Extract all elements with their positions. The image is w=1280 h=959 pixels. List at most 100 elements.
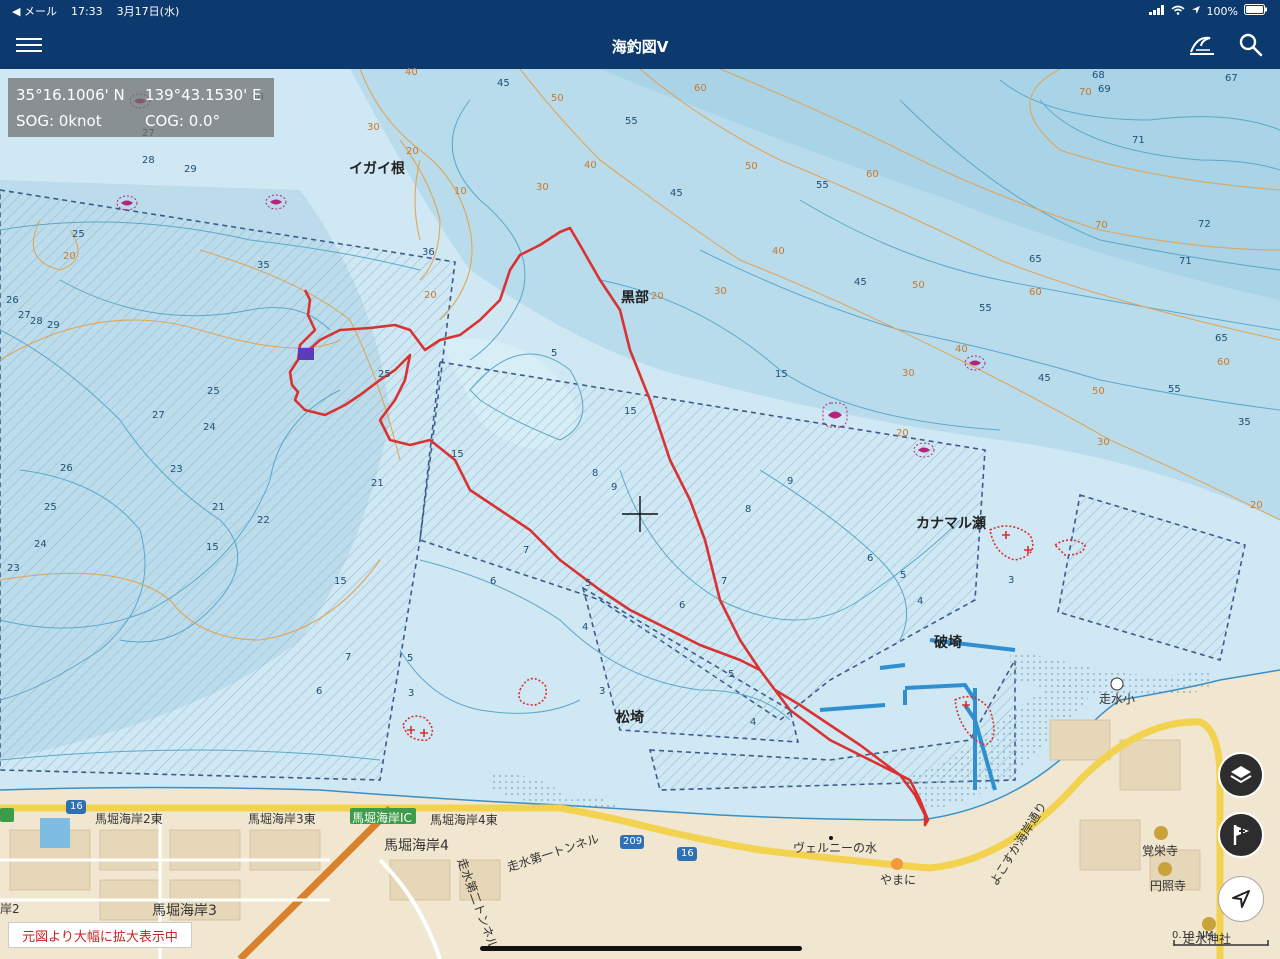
depth-label: 4 xyxy=(582,622,589,633)
depth-label: 28 xyxy=(30,316,43,327)
depth-label: 71 xyxy=(1179,256,1192,267)
route-16-shield-west: 16 xyxy=(70,801,83,812)
depth-label: 35 xyxy=(1238,417,1251,428)
contour-label: 50 xyxy=(1092,386,1105,397)
contour-label: 60 xyxy=(1217,357,1230,368)
label-yamani: やまに xyxy=(880,873,917,887)
contour-label: 40 xyxy=(584,160,597,171)
add-marker-button[interactable] xyxy=(1218,812,1264,858)
depth-label: 21 xyxy=(212,502,225,513)
label-maborikaigan-ic: 馬堀海岸IC xyxy=(352,811,412,825)
contour-label: 60 xyxy=(1029,287,1042,298)
depth-label: 65 xyxy=(1029,254,1042,265)
contour-label: 50 xyxy=(745,161,758,172)
depth-label: 27 xyxy=(18,310,31,321)
current-location-button[interactable] xyxy=(1218,876,1264,922)
depth-label: 45 xyxy=(670,188,683,199)
depth-label: 67 xyxy=(1225,73,1238,84)
label-maborikaigan-3: 馬堀海岸3 xyxy=(152,903,217,919)
depth-label: 15 xyxy=(624,406,637,417)
depth-label: 7 xyxy=(345,652,352,663)
search-icon[interactable] xyxy=(1238,32,1264,58)
contour-label: 60 xyxy=(866,169,879,180)
depth-label: 6 xyxy=(316,686,323,697)
contour-label: 50 xyxy=(551,93,564,104)
place-matsuzaki: 松埼 xyxy=(616,710,644,726)
depth-label: 15 xyxy=(775,369,788,380)
navigation-arrow-icon xyxy=(1232,890,1250,908)
depth-label: 5 xyxy=(728,669,735,680)
layers-icon xyxy=(1230,766,1252,784)
status-time: 17:33 xyxy=(70,4,103,18)
depth-label: 6 xyxy=(679,600,686,611)
depth-label: 6 xyxy=(490,576,497,587)
depth-label: 9 xyxy=(787,476,794,487)
contour-label: 30 xyxy=(714,286,727,297)
tide-wave-icon[interactable] xyxy=(1188,32,1216,58)
contour-label: 30 xyxy=(902,368,915,379)
depth-label: 24 xyxy=(34,539,47,550)
contour-label: 20 xyxy=(896,428,909,439)
depth-label: 15 xyxy=(451,449,464,460)
signal-icon xyxy=(1148,4,1165,18)
depth-label: 28 xyxy=(142,155,155,166)
contour-label: 20 xyxy=(424,290,437,301)
location-arrow-icon xyxy=(1191,5,1201,18)
depth-label: 55 xyxy=(979,303,992,314)
depth-label: 55 xyxy=(1168,384,1181,395)
label-kakuei-ji: 覚栄寺 xyxy=(1142,844,1179,858)
contour-label: 30 xyxy=(536,182,549,193)
depth-label: 4 xyxy=(917,596,924,607)
depth-label: 22 xyxy=(257,515,270,526)
sog-readout: SOG: 0knot xyxy=(16,112,102,130)
place-kanamaru-se: カナマル瀬 xyxy=(916,516,986,532)
depth-label: 26 xyxy=(60,463,73,474)
depth-label: 25 xyxy=(378,369,391,380)
contour-label: 40 xyxy=(405,67,418,78)
depth-label: 3 xyxy=(1008,575,1015,586)
map-scale-label: 0.10 NM xyxy=(1172,930,1214,941)
place-hasaki: 破埼 xyxy=(934,635,962,651)
label-enshou-ji: 円照寺 xyxy=(1150,879,1187,893)
contour-label: 10 xyxy=(454,186,467,197)
depth-label: 24 xyxy=(203,422,216,433)
status-date: 3月17日(水) xyxy=(116,5,180,18)
depth-label: 45 xyxy=(1038,373,1051,384)
status-bar: ◀ メール 17:33 3月17日(水) 100% xyxy=(0,0,1280,22)
contour-label: 70 xyxy=(1079,87,1092,98)
place-igai-ne: イガイ根 xyxy=(349,161,405,177)
flag-plus-icon xyxy=(1233,825,1249,845)
label-maborikaigan-4-east: 馬堀海岸4東 xyxy=(430,813,498,827)
depth-label: 8 xyxy=(745,504,752,515)
depth-label: 25 xyxy=(44,502,57,513)
home-indicator-bar[interactable] xyxy=(480,946,802,951)
contour-label: 60 xyxy=(694,83,707,94)
depth-label: 65 xyxy=(1215,333,1228,344)
label-verny-water: ヴェルニーの水 xyxy=(793,841,878,855)
depth-label: 26 xyxy=(6,295,19,306)
depth-label: 55 xyxy=(816,180,829,191)
route-16-shield-east: 16 xyxy=(681,848,694,859)
wifi-icon xyxy=(1171,5,1185,18)
app-title: 海釣図V xyxy=(611,38,669,56)
place-kurobe: 黒部 xyxy=(621,290,649,306)
depth-label: 68 xyxy=(1092,70,1105,81)
cog-readout: COG: 0.0° xyxy=(145,112,221,130)
depth-label: 23 xyxy=(7,563,20,574)
contour-label: 20 xyxy=(63,251,76,262)
depth-label: 3 xyxy=(408,688,415,699)
contour-label: 20 xyxy=(406,146,419,157)
contour-label: 70 xyxy=(1095,220,1108,231)
depth-label: 15 xyxy=(206,542,219,553)
label-maborikaigan-3-east: 馬堀海岸3東 xyxy=(248,812,316,826)
longitude-readout: 139°43.1530' E xyxy=(145,86,262,104)
battery-icon xyxy=(1244,4,1268,18)
depth-label: 5 xyxy=(585,578,592,589)
nautical-map[interactable] xyxy=(0,69,1280,959)
label-kaigan-2: 岸2 xyxy=(0,902,20,916)
contour-label: 30 xyxy=(367,122,380,133)
back-to-app-link[interactable]: ◀ メール xyxy=(12,3,57,19)
layers-button[interactable] xyxy=(1218,752,1264,798)
depth-label: 29 xyxy=(47,320,60,331)
depth-label: 7 xyxy=(523,545,530,556)
